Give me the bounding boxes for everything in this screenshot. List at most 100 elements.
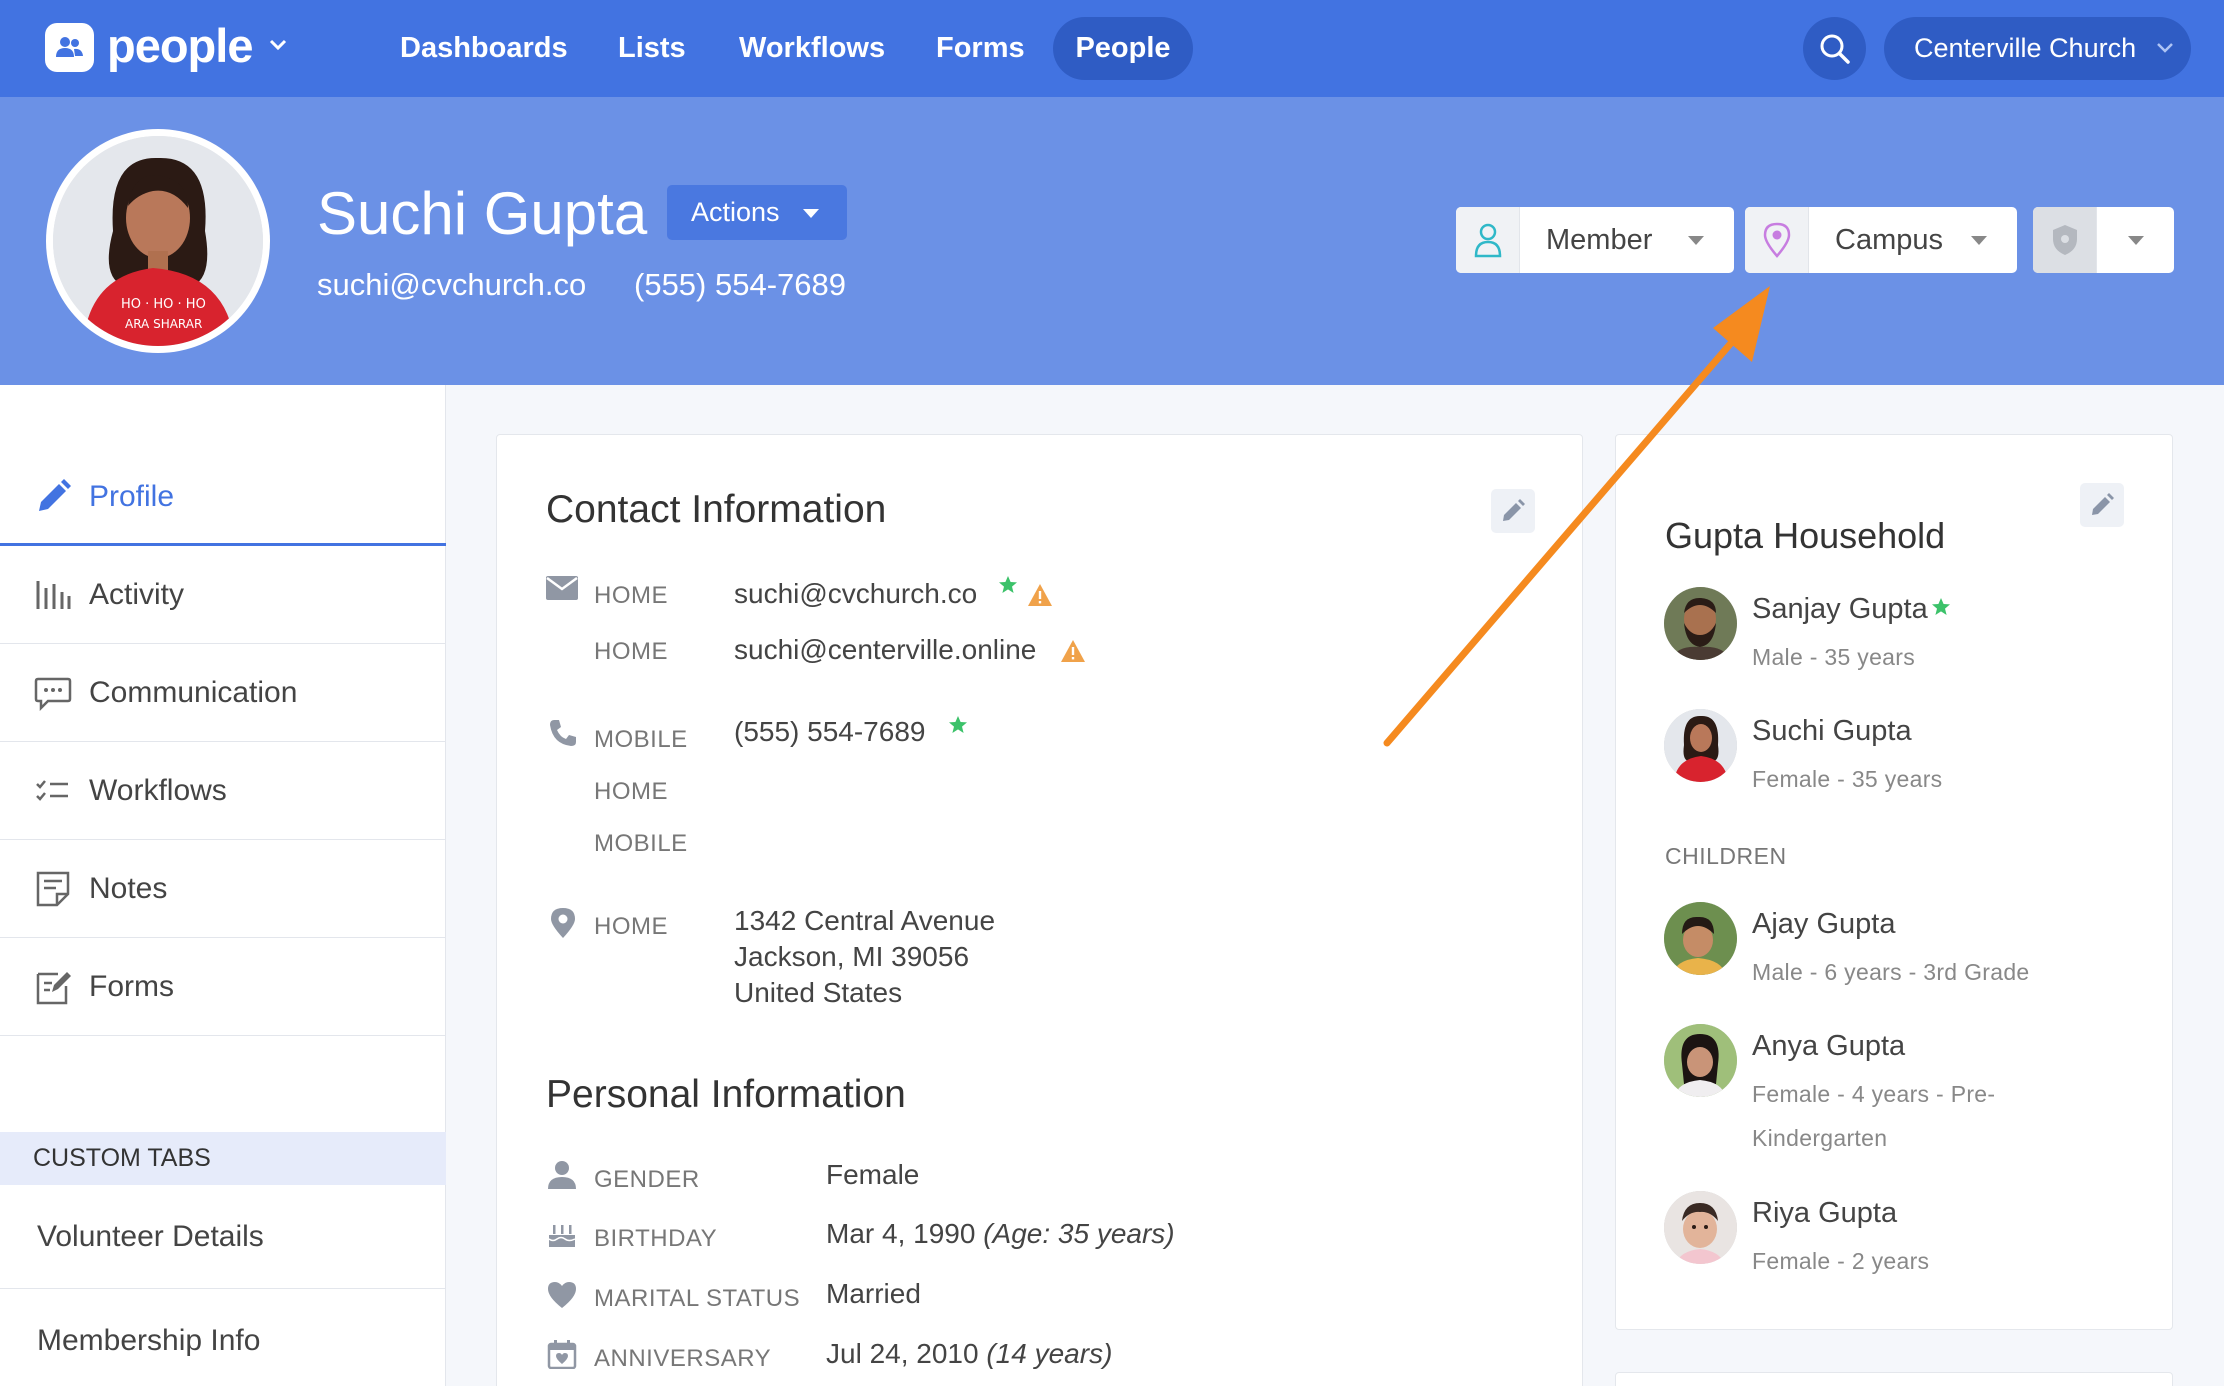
caret-down-icon — [1688, 236, 1704, 245]
phone-icon — [550, 720, 576, 746]
calendar-heart-icon — [547, 1340, 577, 1369]
sidebar-item-volunteer-details[interactable]: Volunteer Details — [0, 1185, 446, 1289]
anniversary-years: (14 years) — [986, 1338, 1113, 1369]
person-phone[interactable]: (555) 554-7689 — [634, 267, 846, 303]
campus-value: Campus — [1835, 224, 1943, 256]
pencil-icon — [2092, 493, 2114, 515]
member-avatar[interactable] — [1664, 587, 1737, 660]
nav-lists[interactable]: Lists — [618, 0, 686, 97]
actions-label: Actions — [691, 197, 780, 227]
form-icon — [36, 972, 71, 1005]
actions-button[interactable]: Actions — [667, 185, 847, 240]
edit-contact-button[interactable] — [1491, 489, 1535, 533]
envelope-icon — [546, 576, 578, 600]
birthday-label: BIRTHDAY — [594, 1225, 718, 1252]
anniversary-label: ANNIVERSARY — [594, 1345, 772, 1372]
chat-icon — [34, 677, 72, 712]
phone-value[interactable]: (555) 554-7689 — [734, 716, 925, 748]
sidebar-item-communication[interactable]: Communication — [0, 644, 446, 742]
anniversary-value: Jul 24, 2010 (14 years) — [826, 1338, 1112, 1370]
birthday-cake-icon — [548, 1225, 576, 1247]
children-heading: CHILDREN — [1665, 843, 1787, 869]
anniversary-date: Jul 24, 2010 — [826, 1338, 979, 1369]
person-outline-icon — [1474, 223, 1502, 258]
profile-sidebar: Profile Activity Communication Workflows… — [0, 385, 446, 1386]
person-name: Suchi Gupta — [317, 180, 648, 247]
primary-star-icon — [949, 716, 967, 733]
member-details: Male - 6 years - 3rd Grade — [1752, 959, 2030, 985]
member-avatar[interactable] — [1664, 902, 1737, 975]
profile-avatar[interactable]: HO · HO · HO ARA SHARAR — [46, 129, 270, 353]
svg-text:HO · HO · HO: HO · HO · HO — [121, 297, 206, 312]
member-details: Female - 35 years — [1752, 766, 1943, 792]
membership-value: Member — [1546, 224, 1653, 256]
sidebar-item-activity[interactable]: Activity — [0, 546, 446, 644]
address-line3[interactable]: United States — [734, 977, 902, 1009]
organization-switcher[interactable]: Centerville Church — [1884, 17, 2191, 80]
membership-dropdown[interactable]: Member — [1456, 207, 1734, 273]
email-type-label: HOME — [594, 638, 668, 665]
top-nav: people Dashboards Lists Workflows Forms … — [0, 0, 2224, 97]
map-pin-icon — [1763, 222, 1791, 258]
campus-dropdown[interactable]: Campus — [1745, 207, 2017, 273]
email-value[interactable]: suchi@cvchurch.co — [734, 578, 977, 610]
search-button[interactable] — [1803, 17, 1866, 80]
email-type-label: HOME — [594, 582, 668, 609]
member-name[interactable]: Sanjay Gupta — [1752, 593, 1928, 626]
birthday-value: Mar 4, 1990 (Age: 35 years) — [826, 1218, 1175, 1250]
phone-type-label: MOBILE — [594, 726, 688, 753]
member-name[interactable]: Ajay Gupta — [1752, 908, 1895, 941]
gender-label: GENDER — [594, 1166, 700, 1193]
sidebar-item-profile[interactable]: Profile — [0, 448, 446, 546]
member-avatar[interactable] — [1664, 1024, 1737, 1097]
chevron-down-icon — [2157, 43, 2173, 53]
app-name[interactable]: people — [107, 18, 253, 73]
phone-type-label: HOME — [594, 778, 668, 805]
note-icon — [36, 871, 70, 907]
address-line2[interactable]: Jackson, MI 39056 — [734, 941, 969, 973]
sidebar-item-label: Forms — [89, 970, 174, 1003]
svg-text:ARA SHARAR: ARA SHARAR — [125, 317, 202, 331]
permission-dropdown[interactable] — [2033, 207, 2174, 273]
sidebar-item-label: Workflows — [89, 774, 227, 807]
sidebar-item-forms[interactable]: Forms — [0, 938, 446, 1036]
sidebar-item-membership-info[interactable]: Membership Info — [0, 1289, 446, 1386]
sidebar-item-label: Communication — [89, 676, 298, 709]
pencil-icon — [39, 479, 71, 511]
people-logo-icon[interactable] — [45, 23, 94, 72]
member-name[interactable]: Riya Gupta — [1752, 1197, 1897, 1230]
member-details: Male - 35 years — [1752, 644, 1916, 670]
heart-icon — [548, 1282, 576, 1308]
primary-star-icon — [999, 576, 1017, 593]
app-switcher-chevron-icon[interactable] — [268, 38, 288, 52]
edit-household-button[interactable] — [2080, 483, 2124, 527]
person-icon — [548, 1161, 576, 1189]
checklist-icon — [36, 780, 68, 801]
organization-name: Centerville Church — [1914, 33, 2137, 63]
nav-dashboards[interactable]: Dashboards — [400, 0, 568, 97]
warning-icon — [1061, 640, 1085, 662]
primary-star-icon — [1932, 598, 1950, 615]
sidebar-item-label: Activity — [89, 578, 185, 611]
warning-icon — [1028, 584, 1052, 606]
person-email[interactable]: suchi@cvchurch.co — [317, 267, 586, 303]
member-avatar[interactable] — [1664, 709, 1737, 782]
member-name[interactable]: Suchi Gupta — [1752, 715, 1912, 748]
nav-workflows[interactable]: Workflows — [739, 0, 885, 97]
marital-status-label: MARITAL STATUS — [594, 1285, 801, 1312]
search-icon — [1820, 34, 1850, 64]
sidebar-item-notes[interactable]: Notes — [0, 840, 446, 938]
sidebar-item-workflows[interactable]: Workflows — [0, 742, 446, 840]
profile-header: HO · HO · HO ARA SHARAR Suchi Gupta Acti… — [0, 97, 2224, 385]
sidebar-item-label: Profile — [89, 480, 175, 513]
member-avatar[interactable] — [1664, 1191, 1737, 1264]
caret-down-icon — [2128, 236, 2144, 245]
address-line1[interactable]: 1342 Central Avenue — [734, 905, 995, 937]
nav-people[interactable]: People — [1053, 17, 1193, 80]
member-name[interactable]: Anya Gupta — [1752, 1030, 1905, 1063]
email-value[interactable]: suchi@centerville.online — [734, 634, 1036, 666]
nav-forms[interactable]: Forms — [936, 0, 1025, 97]
contact-info-title: Contact Information — [546, 488, 887, 531]
birthday-date: Mar 4, 1990 — [826, 1218, 976, 1249]
personal-info-title: Personal Information — [546, 1073, 906, 1116]
